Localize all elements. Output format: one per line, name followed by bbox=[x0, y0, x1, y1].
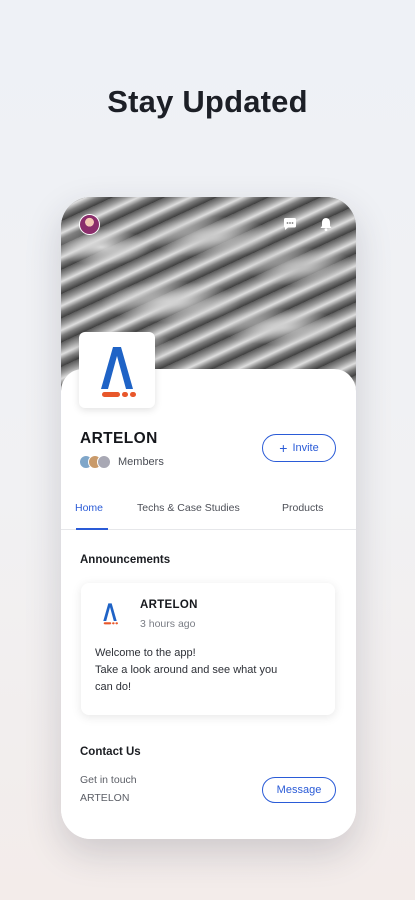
post-body-line: Take a look around and see what you bbox=[95, 664, 278, 676]
profile-avatar[interactable] bbox=[79, 214, 100, 235]
post-body: Welcome to the app! Take a look around a… bbox=[95, 645, 325, 696]
contact-line-2: ARTELON bbox=[80, 792, 130, 804]
plus-icon: + bbox=[279, 440, 288, 456]
contact-line-1: Get in touch bbox=[80, 774, 137, 786]
member-avatar bbox=[97, 455, 111, 469]
tab-home[interactable]: Home bbox=[75, 502, 103, 514]
tab-bar: Home Techs & Case Studies Products bbox=[61, 492, 356, 530]
tab-techs-case-studies[interactable]: Techs & Case Studies bbox=[137, 502, 240, 514]
post-author: ARTELON bbox=[140, 599, 198, 611]
invite-button[interactable]: + Invite bbox=[262, 434, 336, 462]
post-author-logo bbox=[95, 598, 125, 628]
announcement-post[interactable]: ARTELON 3 hours ago Welcome to the app! … bbox=[81, 583, 335, 715]
org-logo bbox=[79, 332, 155, 408]
chat-icon[interactable] bbox=[280, 214, 300, 234]
phone-mockup: ARTELON Members + Invite Home Techs & Ca… bbox=[61, 197, 356, 839]
post-timestamp: 3 hours ago bbox=[140, 618, 196, 630]
post-body-line: can do! bbox=[95, 681, 132, 693]
post-body-line: Welcome to the app! bbox=[95, 647, 196, 659]
bell-icon[interactable] bbox=[316, 214, 336, 234]
announcements-title: Announcements bbox=[80, 554, 171, 566]
members-row[interactable]: Members bbox=[79, 453, 164, 471]
tab-products[interactable]: Products bbox=[282, 502, 323, 514]
members-label: Members bbox=[118, 456, 164, 468]
page-headline: Stay Updated bbox=[107, 84, 308, 119]
contact-title: Contact Us bbox=[80, 746, 141, 758]
active-tab-indicator bbox=[76, 528, 108, 530]
message-button[interactable]: Message bbox=[262, 777, 336, 803]
invite-label: Invite bbox=[292, 442, 319, 454]
org-name: ARTELON bbox=[80, 430, 158, 447]
